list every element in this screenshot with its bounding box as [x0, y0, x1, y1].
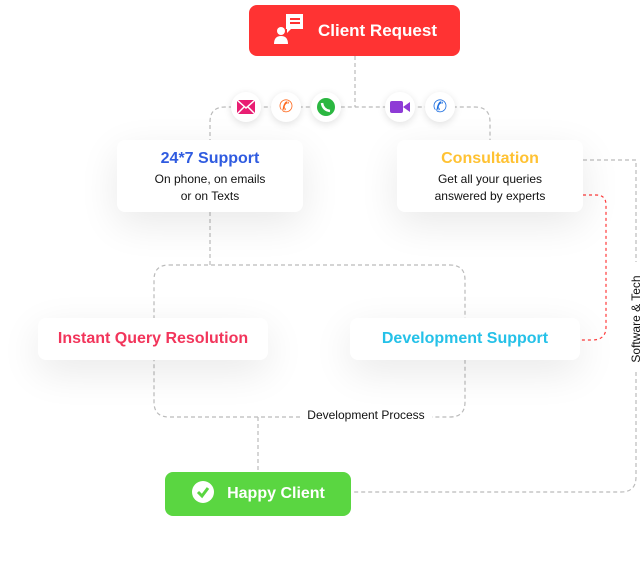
development-support-title: Development Support [381, 330, 549, 347]
development-support-card: Development Support [350, 318, 580, 360]
happy-client-node: Happy Client [165, 472, 351, 516]
chat-user-icon [272, 11, 306, 50]
support-title: 24*7 Support [160, 150, 260, 167]
consultation-line1: Get all your queries [437, 172, 543, 186]
phone-icon: ✆ [425, 92, 455, 122]
support-line2: or on Texts [180, 189, 240, 203]
consultation-card: Consultation Get all your queries answer… [397, 140, 583, 212]
instant-query-title: Instant Query Resolution [57, 330, 249, 347]
check-circle-icon [191, 480, 215, 509]
instant-query-card: Instant Query Resolution [38, 318, 268, 360]
client-request-node: Client Request [249, 5, 460, 56]
phone-call-icon: ✆ [271, 92, 301, 122]
video-call-icon [385, 92, 415, 122]
client-request-label: Client Request [317, 20, 438, 40]
software-tech-label: Software & Tech [629, 275, 641, 363]
consultation-line2: answered by experts [434, 189, 546, 203]
support-line1: On phone, on emails [154, 172, 266, 186]
happy-client-label: Happy Client [227, 485, 325, 502]
email-icon [231, 92, 261, 122]
support-card: 24*7 Support On phone, on emails or on T… [117, 140, 303, 212]
consultation-title: Consultation [441, 150, 539, 167]
development-process-label: Development Process [307, 408, 425, 422]
whatsapp-icon [311, 92, 341, 122]
